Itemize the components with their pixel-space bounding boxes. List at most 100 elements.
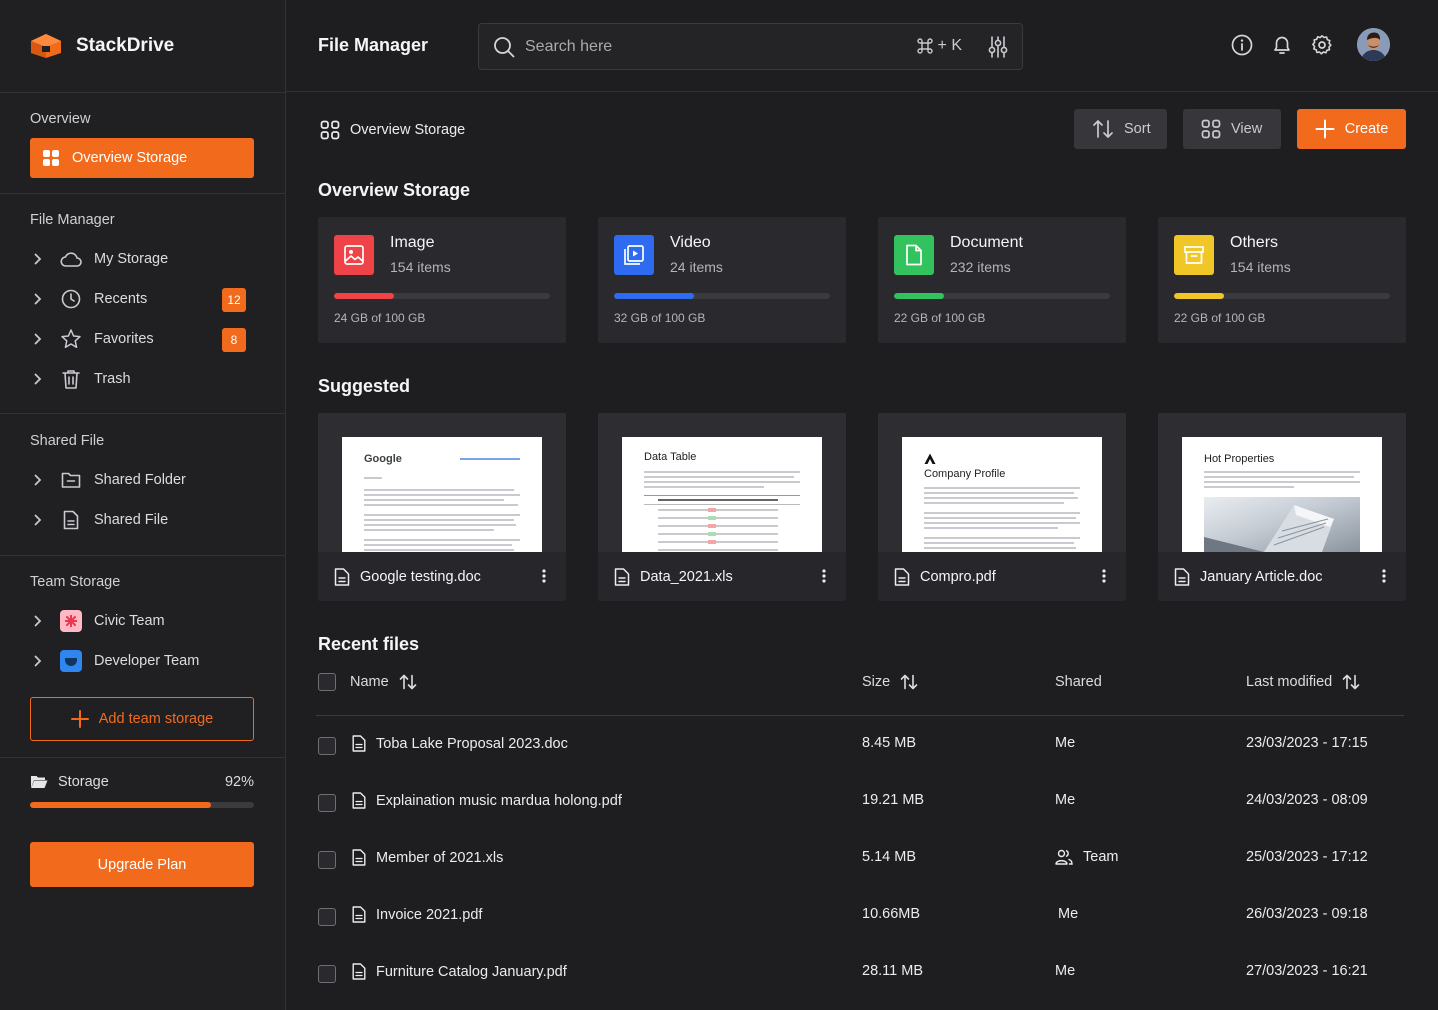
sidebar-item-recents[interactable]: Recents 12 bbox=[30, 281, 254, 317]
sort-arrows-icon bbox=[1342, 674, 1360, 690]
file-icon bbox=[60, 509, 82, 531]
preview-title: Google bbox=[364, 453, 402, 465]
create-button[interactable]: Create bbox=[1297, 109, 1406, 149]
category-card-document[interactable]: Document 232 items 22 GB of 100 GB bbox=[878, 217, 1126, 343]
sidebar-item-trash[interactable]: Trash bbox=[30, 361, 254, 397]
more-vertical-icon[interactable] bbox=[822, 569, 826, 583]
preview-title: Data Table bbox=[644, 451, 697, 463]
more-vertical-icon[interactable] bbox=[1382, 569, 1386, 583]
column-header-shared[interactable]: Shared bbox=[1055, 674, 1102, 690]
filter-sliders-icon[interactable] bbox=[988, 36, 1008, 58]
info-icon[interactable] bbox=[1231, 34, 1253, 56]
view-button[interactable]: View bbox=[1183, 109, 1281, 149]
category-progress-fill bbox=[894, 293, 944, 299]
storage-progress-fill bbox=[30, 802, 212, 808]
category-count: 154 items bbox=[1230, 259, 1291, 275]
file-name-cell: Furniture Catalog January.pdf bbox=[352, 963, 567, 980]
category-size: 22 GB of 100 GB bbox=[1174, 311, 1266, 325]
file-preview: Data Table bbox=[598, 413, 846, 552]
chevron-right-icon[interactable] bbox=[30, 333, 46, 345]
shared-with: Me bbox=[1055, 963, 1076, 979]
sidebar-item-label: Favorites bbox=[94, 331, 154, 347]
main-content: Overview Storage Sort View Create Overvi… bbox=[286, 92, 1438, 1010]
sidebar-item-shared-file[interactable]: Shared File bbox=[30, 502, 254, 538]
sidebar-item-my-storage[interactable]: My Storage bbox=[30, 241, 254, 277]
row-checkbox[interactable] bbox=[318, 908, 336, 926]
document-icon bbox=[894, 235, 934, 275]
brand[interactable]: StackDrive bbox=[30, 30, 174, 62]
file-size: 19.21 MB bbox=[862, 792, 925, 808]
column-label: Last modified bbox=[1246, 674, 1333, 690]
page-title: File Manager bbox=[318, 35, 429, 55]
section-title-shared: Shared File bbox=[30, 433, 105, 449]
file-name: Compro.pdf bbox=[920, 568, 996, 585]
user-avatar[interactable] bbox=[1357, 28, 1390, 61]
bell-icon[interactable] bbox=[1271, 34, 1293, 56]
file-card-footer: January Article.doc bbox=[1158, 552, 1406, 601]
sidebar-item-civic-team[interactable]: Civic Team bbox=[30, 603, 254, 639]
pdf-thumbnail: Company Profile bbox=[902, 437, 1102, 552]
row-checkbox[interactable] bbox=[318, 737, 336, 755]
file-name-cell: Toba Lake Proposal 2023.doc bbox=[352, 735, 568, 752]
file-icon bbox=[352, 849, 366, 866]
section-title-file-manager: File Manager bbox=[30, 212, 115, 228]
breadcrumb[interactable]: Overview Storage bbox=[320, 120, 465, 140]
suggested-file-card[interactable]: Google Google testing.doc bbox=[318, 413, 566, 601]
sidebar-item-developer-team[interactable]: Developer Team bbox=[30, 643, 254, 679]
row-checkbox[interactable] bbox=[318, 965, 336, 983]
table-row[interactable]: Explaination music mardua holong.pdf 19.… bbox=[316, 773, 1404, 830]
column-header-last-modified[interactable]: Last modified bbox=[1246, 674, 1360, 690]
trash-icon bbox=[60, 368, 82, 390]
sidebar-item-shared-folder[interactable]: Shared Folder bbox=[30, 462, 254, 498]
section-title-team: Team Storage bbox=[30, 574, 121, 590]
category-card-others[interactable]: Others 154 items 22 GB of 100 GB bbox=[1158, 217, 1406, 343]
sidebar-item-overview-storage[interactable]: Overview Storage bbox=[30, 138, 254, 178]
file-icon bbox=[1174, 567, 1190, 586]
table-row[interactable]: Furniture Catalog January.pdf 28.11 MB M… bbox=[316, 944, 1404, 1001]
chevron-right-icon[interactable] bbox=[30, 514, 46, 526]
article-thumbnail: Hot Properties bbox=[1182, 437, 1382, 552]
upgrade-plan-button[interactable]: Upgrade Plan bbox=[30, 842, 254, 887]
gear-icon[interactable] bbox=[1311, 34, 1333, 56]
divider bbox=[0, 92, 285, 93]
row-checkbox[interactable] bbox=[318, 851, 336, 869]
storage-percent: 92% bbox=[224, 774, 254, 790]
shared-with: Me bbox=[1058, 906, 1079, 922]
category-card-image[interactable]: Image 154 items 24 GB of 100 GB bbox=[318, 217, 566, 343]
table-row[interactable]: Member of 2021.xls 5.14 MB Team 25/03/20… bbox=[316, 830, 1404, 887]
chevron-right-icon[interactable] bbox=[30, 474, 46, 486]
storage-progress-bar bbox=[30, 802, 254, 808]
open-folder-icon bbox=[30, 775, 48, 789]
row-checkbox[interactable] bbox=[318, 794, 336, 812]
file-name: Google testing.doc bbox=[360, 568, 481, 585]
cloud-icon bbox=[60, 248, 82, 270]
suggested-heading: Suggested bbox=[318, 376, 411, 396]
add-team-storage-button[interactable]: Add team storage bbox=[30, 697, 254, 741]
column-header-size[interactable]: Size bbox=[862, 674, 918, 690]
more-vertical-icon[interactable] bbox=[1102, 569, 1106, 583]
clock-icon bbox=[60, 288, 82, 310]
select-all-checkbox[interactable] bbox=[318, 673, 336, 691]
chevron-right-icon[interactable] bbox=[30, 615, 46, 627]
column-header-name[interactable]: Name bbox=[350, 674, 417, 690]
archive-box-icon bbox=[1174, 235, 1214, 275]
sidebar-item-favorites[interactable]: Favorites 8 bbox=[30, 321, 254, 357]
sort-arrows-icon bbox=[399, 674, 417, 690]
category-card-video[interactable]: Video 24 items 32 GB of 100 GB bbox=[598, 217, 846, 343]
search-input[interactable]: Search here + K bbox=[478, 23, 1023, 70]
table-row[interactable]: Invoice 2021.pdf 10.66MB Me 26/03/2023 -… bbox=[316, 887, 1404, 944]
suggested-file-card[interactable]: Hot Properties January Article.doc bbox=[1158, 413, 1406, 601]
chevron-right-icon[interactable] bbox=[30, 293, 46, 305]
suggested-file-card[interactable]: Company Profile Compro.pdf bbox=[878, 413, 1126, 601]
chevron-right-icon[interactable] bbox=[30, 373, 46, 385]
chevron-right-icon[interactable] bbox=[30, 655, 46, 667]
more-vertical-icon[interactable] bbox=[542, 569, 546, 583]
file-icon bbox=[352, 735, 366, 752]
sort-button[interactable]: Sort bbox=[1074, 109, 1167, 149]
sort-arrows-icon bbox=[900, 674, 918, 690]
chevron-right-icon[interactable] bbox=[30, 253, 46, 265]
sidebar-item-label: Developer Team bbox=[94, 653, 200, 669]
sort-label: Sort bbox=[1124, 121, 1151, 137]
table-row[interactable]: Toba Lake Proposal 2023.doc 8.45 MB Me 2… bbox=[316, 716, 1404, 773]
suggested-file-card[interactable]: Data Table Data_2021.xls bbox=[598, 413, 846, 601]
